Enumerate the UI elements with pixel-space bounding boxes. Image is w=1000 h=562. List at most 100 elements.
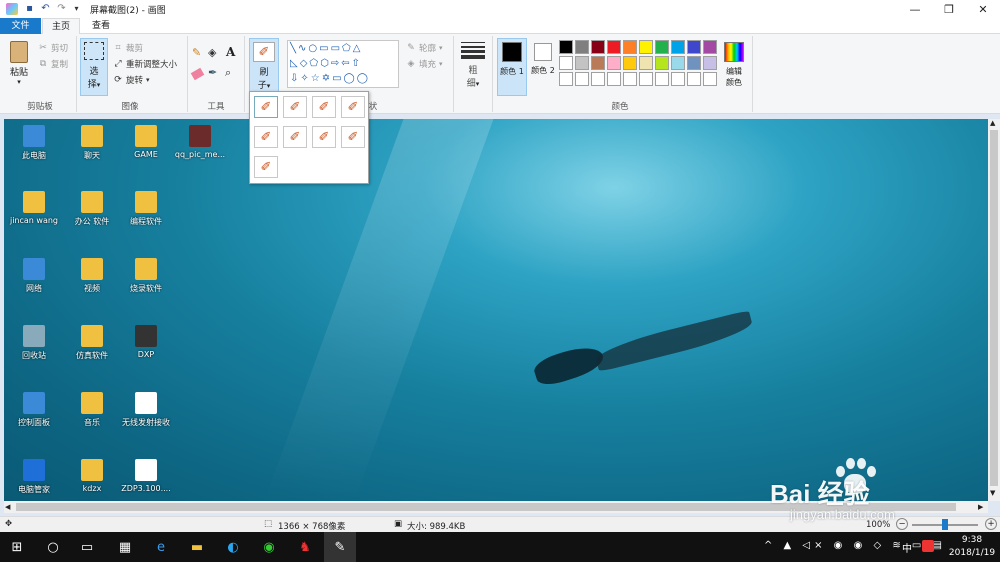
desktop-icon[interactable]: 无线发射接收	[116, 392, 176, 428]
edge-icon[interactable]: e	[146, 532, 176, 562]
task-view-icon[interactable]: ▭	[72, 532, 102, 562]
fill-button[interactable]: ◈ 填充 ▾	[406, 58, 443, 70]
palette-color-swatch[interactable]	[575, 56, 589, 70]
color2-button[interactable]: 颜色 2	[529, 38, 557, 96]
tab-view[interactable]: 查看	[82, 18, 120, 34]
zoom-out-button[interactable]: −	[896, 518, 908, 530]
brush-option[interactable]: ✐	[341, 126, 365, 148]
palette-color-swatch[interactable]	[607, 40, 621, 54]
palette-color-swatch[interactable]	[703, 72, 717, 86]
desktop-icon[interactable]: 此电脑	[4, 125, 64, 161]
wechat-icon[interactable]: ◉	[254, 532, 284, 562]
vertical-scrollbar[interactable]: ▲ ▼	[988, 119, 1000, 501]
palette-color-swatch[interactable]	[559, 72, 573, 86]
magnifier-icon[interactable]: ⌕	[225, 66, 231, 80]
desktop-icon[interactable]: 网络	[4, 258, 64, 294]
palette-color-swatch[interactable]	[607, 72, 621, 86]
save-icon[interactable]: ▪	[23, 2, 36, 15]
scroll-right-icon[interactable]: ▶	[978, 503, 983, 511]
shapes-gallery[interactable]: ╲∿○▭▭⬠△ ◺◇⬠⬡⇨⇦⇧ ⇩✧☆✡▭◯◯	[287, 40, 399, 88]
pencil-icon[interactable]: ✎	[192, 46, 201, 59]
brush-option[interactable]: ✐	[341, 96, 365, 118]
desktop-icon[interactable]: jincan wang	[4, 191, 64, 225]
clock-date[interactable]: 2018/1/19	[946, 548, 998, 558]
palette-color-swatch[interactable]	[623, 40, 637, 54]
palette-color-swatch[interactable]	[703, 40, 717, 54]
palette-color-swatch[interactable]	[671, 56, 685, 70]
palette-color-swatch[interactable]	[655, 40, 669, 54]
qq-icon[interactable]: ♞	[290, 532, 320, 562]
cut-button[interactable]: ✂ 剪切	[38, 42, 68, 54]
palette-color-swatch[interactable]	[575, 72, 589, 86]
undo-icon[interactable]: ↶	[39, 2, 52, 15]
tab-home[interactable]: 主页	[42, 18, 80, 34]
brush-option[interactable]: ✐	[254, 96, 278, 118]
palette-color-swatch[interactable]	[687, 40, 701, 54]
crop-button[interactable]: ⌗ 裁剪	[113, 42, 143, 54]
desktop-icon[interactable]: 音乐	[62, 392, 122, 428]
brushes-button[interactable]: ✐ 刷 子▾	[249, 38, 279, 96]
palette-color-swatch[interactable]	[591, 40, 605, 54]
palette-color-swatch[interactable]	[559, 40, 573, 54]
desktop-icon[interactable]: DXP	[116, 325, 176, 359]
minimize-button[interactable]: —	[898, 0, 932, 18]
palette-color-swatch[interactable]	[607, 56, 621, 70]
clock-time[interactable]: 9:38	[950, 535, 994, 545]
scroll-up-icon[interactable]: ▲	[990, 119, 995, 127]
scroll-left-icon[interactable]: ◀	[5, 503, 10, 511]
outline-button[interactable]: ✎ 轮廓 ▾	[406, 42, 442, 54]
desktop-screenshot-image[interactable]: 此电脑 聊天 GAME qq_pic_me...jincan wang 办公 软件 编程软…	[4, 119, 988, 501]
desktop-icon[interactable]: kdzx	[62, 459, 122, 493]
resize-button[interactable]: ⤢ 重新调整大小	[113, 58, 177, 70]
desktop-icon[interactable]: 仿真软件	[62, 325, 122, 361]
file-explorer-icon[interactable]: ▬	[182, 532, 212, 562]
fill-bucket-icon[interactable]: ◈	[208, 46, 216, 59]
text-tool-icon[interactable]: A	[226, 45, 235, 59]
zoom-slider-thumb[interactable]	[942, 519, 948, 530]
palette-color-swatch[interactable]	[655, 56, 669, 70]
palette-color-swatch[interactable]	[671, 72, 685, 86]
palette-color-swatch[interactable]	[623, 72, 637, 86]
palette-color-swatch[interactable]	[639, 56, 653, 70]
zoom-in-button[interactable]: +	[985, 518, 997, 530]
color1-button[interactable]: 颜色 1	[497, 38, 527, 96]
desktop-icon[interactable]: 编程软件	[116, 191, 176, 227]
palette-color-swatch[interactable]	[639, 72, 653, 86]
color-picker-icon[interactable]: ✒	[208, 66, 217, 79]
redo-icon[interactable]: ↷	[55, 2, 68, 15]
paint-icon[interactable]: ✎	[324, 532, 356, 562]
palette-color-swatch[interactable]	[687, 56, 701, 70]
customize-icon[interactable]: ▾	[70, 2, 83, 15]
edit-colors-button[interactable]: 编辑 颜色	[721, 40, 747, 96]
brush-option[interactable]: ✐	[254, 126, 278, 148]
palette-color-swatch[interactable]	[623, 56, 637, 70]
desktop-icon[interactable]: 烧录软件	[116, 258, 176, 294]
desktop-icon[interactable]: 回收站	[4, 325, 64, 361]
windows-start-icon[interactable]: ⊞	[2, 532, 32, 562]
copy-button[interactable]: ⧉ 复制	[38, 58, 68, 70]
scroll-thumb[interactable]	[990, 130, 998, 486]
search-icon[interactable]: ○	[38, 532, 68, 562]
desktop-icon[interactable]: qq_pic_me...	[170, 125, 230, 159]
desktop-icon[interactable]: GAME	[116, 125, 176, 159]
brush-option[interactable]: ✐	[283, 96, 307, 118]
brush-option[interactable]: ✐	[312, 96, 336, 118]
sogou-icon[interactable]	[922, 540, 934, 552]
paste-button[interactable]: 粘贴 ▾	[5, 39, 33, 94]
palette-color-swatch[interactable]	[671, 40, 685, 54]
close-button[interactable]: ✕	[966, 0, 1000, 18]
desktop-icon[interactable]: 办公 软件	[62, 191, 122, 227]
palette-color-swatch[interactable]	[591, 56, 605, 70]
desktop-icon[interactable]: 电脑管家	[4, 459, 64, 495]
maximize-button[interactable]: ❐	[932, 0, 966, 18]
desktop-icon[interactable]: 视频	[62, 258, 122, 294]
scroll-down-icon[interactable]: ▼	[990, 489, 995, 497]
size-button[interactable]: 粗 细▾	[459, 40, 487, 96]
tab-file[interactable]: 文件	[0, 18, 41, 34]
palette-color-swatch[interactable]	[559, 56, 573, 70]
eraser-icon[interactable]	[190, 67, 205, 81]
calculator-icon[interactable]: ▦	[110, 532, 140, 562]
desktop-icon[interactable]: 聊天	[62, 125, 122, 161]
brush-option[interactable]: ✐	[312, 126, 336, 148]
palette-color-swatch[interactable]	[655, 72, 669, 86]
